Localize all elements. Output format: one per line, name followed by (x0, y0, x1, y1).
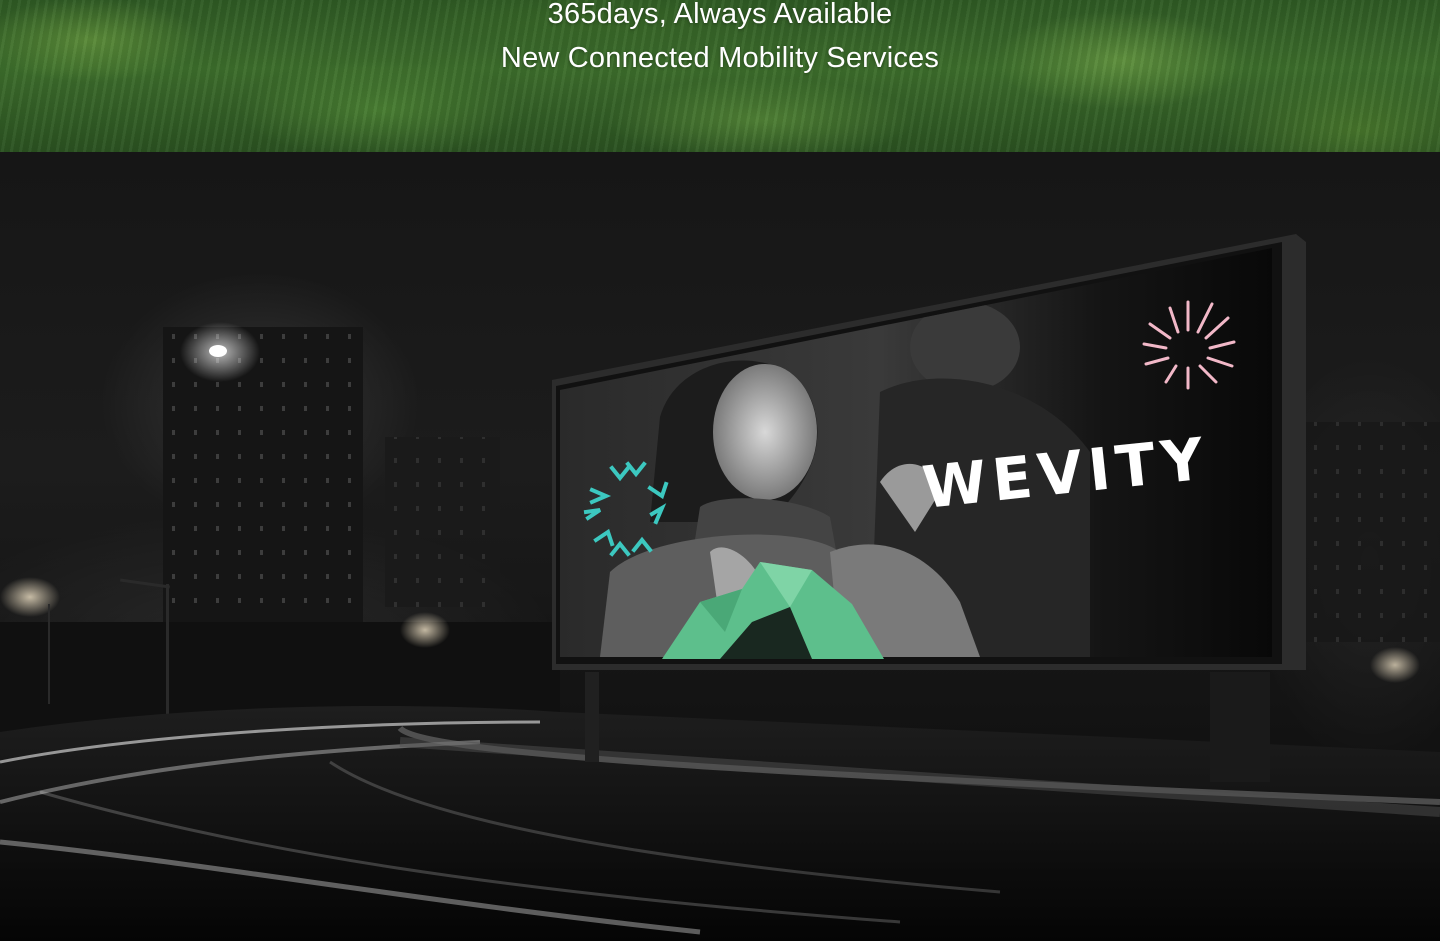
hero-tagline: 365days, Always Available (547, 0, 893, 30)
billboard-mockup-scene: WEVITY (0, 152, 1440, 941)
hero-subtitle: New Connected Mobility Services (500, 42, 940, 74)
billboard: WEVITY (552, 234, 1306, 670)
hero-banner: 365days, Always Available New Connected … (0, 0, 1440, 152)
